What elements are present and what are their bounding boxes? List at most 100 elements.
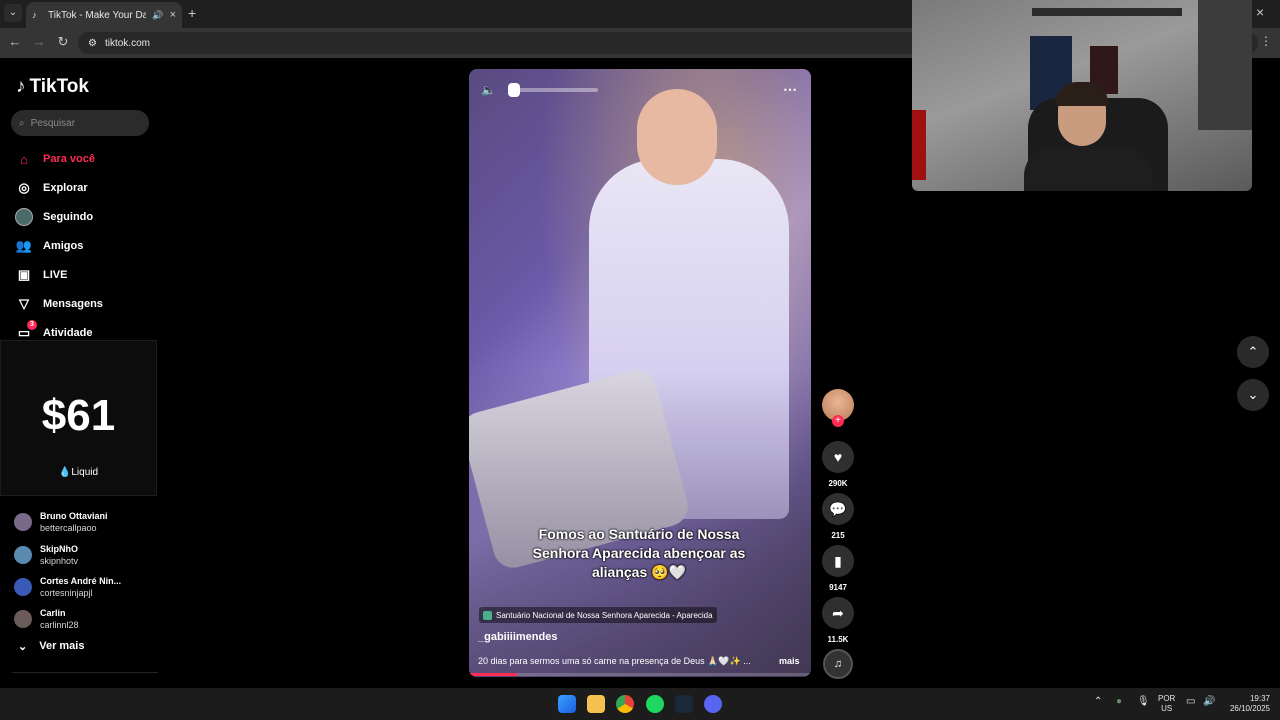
sidebar: ♪ TikTok ⌕ Pesquisar ⌂ Para você ◎ Explo… xyxy=(0,58,160,688)
language-indicator[interactable]: POR US xyxy=(1158,694,1175,714)
discord-icon[interactable] xyxy=(704,695,722,713)
avatar xyxy=(14,610,32,628)
follow-plus-icon[interactable]: + xyxy=(832,415,844,427)
network-icon[interactable]: ▭ xyxy=(1186,697,1195,707)
video-description: 20 dias para sermos uma só carne na pres… xyxy=(478,656,751,666)
windows-start-icon[interactable] xyxy=(558,695,576,713)
volume-icon[interactable]: 🔈 xyxy=(481,83,496,97)
file-explorer-icon[interactable] xyxy=(587,695,605,713)
chevron-down-icon: ⌄ xyxy=(18,641,28,653)
location-icon xyxy=(483,610,492,620)
search-input[interactable]: ⌕ Pesquisar xyxy=(11,110,149,136)
comment-count: 215 xyxy=(831,531,845,540)
chrome-icon[interactable] xyxy=(616,695,634,713)
forward-icon[interactable]: → xyxy=(30,34,48,49)
browser-menu-icon[interactable]: ⋮ xyxy=(1260,34,1272,48)
webcam-shelf xyxy=(1032,8,1182,16)
avatar xyxy=(14,513,32,531)
comment-button[interactable]: 💬 215 xyxy=(822,493,854,540)
tab-search-button[interactable]: ⌄ xyxy=(4,4,22,22)
nav-friends[interactable]: 👥 Amigos xyxy=(15,237,83,255)
previous-video-button[interactable]: ⌃ xyxy=(1237,336,1269,368)
url-text: tiktok.com xyxy=(104,37,150,49)
music-disc-icon[interactable]: ♫ xyxy=(823,649,853,679)
see-more-button[interactable]: ⌄ Ver mais xyxy=(18,640,84,653)
ad-price: $61 xyxy=(41,391,116,440)
steam-icon[interactable] xyxy=(675,695,693,713)
tray-app-icon[interactable]: ● xyxy=(1116,697,1122,707)
save-button[interactable]: ▮ 9147 xyxy=(822,545,854,592)
clock[interactable]: 19:37 26/10/2025 xyxy=(1226,694,1270,714)
location-tag[interactable]: Santuário Nacional de Nossa Senhora Apar… xyxy=(479,607,717,623)
new-tab-button[interactable]: + xyxy=(188,5,196,21)
webcam-person-hair xyxy=(1056,82,1108,106)
nav-for-you[interactable]: ⌂ Para você xyxy=(15,150,95,168)
tab-audio-icon[interactable]: 🔊 xyxy=(152,10,163,21)
heart-icon: ♥ xyxy=(822,441,854,473)
nav-messages[interactable]: ▽ Mensagens xyxy=(15,295,103,313)
following-item[interactable]: Bruno Ottaviani bettercallpaoo xyxy=(14,510,108,534)
search-icon: ⌕ xyxy=(19,117,25,129)
nav-explore[interactable]: ◎ Explorar xyxy=(15,179,88,197)
chevron-up-icon: ⌃ xyxy=(1247,344,1259,359)
avatar xyxy=(14,578,32,596)
nav-live[interactable]: ▣ LIVE xyxy=(15,266,68,284)
nav-label: Atividade xyxy=(43,327,93,339)
nav-label: Explorar xyxy=(43,182,88,194)
nav-following[interactable]: Seguindo xyxy=(15,208,93,226)
search-placeholder: Pesquisar xyxy=(30,117,76,129)
nav-label: Seguindo xyxy=(43,211,94,223)
following-name: Cortes André Nin... xyxy=(40,576,122,586)
following-item[interactable]: Cortes André Nin... cortesninjapjl xyxy=(14,575,121,599)
like-button[interactable]: ♥ 290K xyxy=(822,441,854,488)
browser-tab[interactable]: ♪ TikTok - Make Your Day 🔊 × xyxy=(26,2,182,28)
reload-icon[interactable]: ↻ xyxy=(54,34,72,50)
ad-overlay[interactable]: $61 💧Liquid xyxy=(0,340,157,496)
next-video-button[interactable]: ⌄ xyxy=(1237,379,1269,411)
compass-icon: ◎ xyxy=(18,180,30,195)
share-icon: ➦ xyxy=(822,597,854,629)
live-icon: ▣ xyxy=(17,267,31,282)
window-close-button[interactable]: × xyxy=(1256,4,1264,20)
microphone-icon[interactable]: 🎙 xyxy=(1137,697,1150,707)
following-item[interactable]: Carlin carlinnl28 xyxy=(14,607,79,631)
volume-slider[interactable] xyxy=(507,83,598,97)
more-description-button[interactable]: mais xyxy=(779,656,800,666)
webcam-light xyxy=(912,110,926,180)
webcam-overlay xyxy=(912,0,1252,191)
following-handle: bettercallpaoo xyxy=(40,523,97,533)
site-settings-icon[interactable]: ⚙ xyxy=(88,38,97,49)
spotify-icon[interactable] xyxy=(646,695,664,713)
tiktok-logo[interactable]: ♪ TikTok xyxy=(16,76,89,98)
home-icon: ⌂ xyxy=(20,151,28,167)
nav-label: Para você xyxy=(43,153,95,165)
tab-close-icon[interactable]: × xyxy=(170,9,176,21)
video-caption: Fomos ao Santuário de Nossa Senhora Apar… xyxy=(532,526,746,580)
tiktok-favicon-icon: ♪ xyxy=(32,10,37,20)
see-more-label: Ver mais xyxy=(39,640,85,652)
author-name[interactable]: _gabiiiimendes xyxy=(478,631,557,643)
friends-icon: 👥 xyxy=(15,238,33,253)
tray-overflow-icon[interactable]: ⌃ xyxy=(1094,697,1102,707)
clock-time: 19:37 xyxy=(1249,694,1270,703)
following-item[interactable]: SkipNhO skipnhotv xyxy=(14,543,78,567)
volume-control[interactable]: 🔈 xyxy=(481,83,598,97)
divider xyxy=(12,672,158,673)
back-icon[interactable]: ← xyxy=(6,34,24,49)
following-handle: skipnhotv xyxy=(40,556,79,566)
webcam-curtain xyxy=(1198,0,1252,130)
volume-knob[interactable] xyxy=(507,83,520,97)
share-count: 11.5K xyxy=(827,635,849,644)
following-avatar-icon xyxy=(15,208,33,226)
more-options-icon[interactable]: ⋯ xyxy=(783,81,797,98)
share-button[interactable]: ➦ 11.5K xyxy=(822,597,854,644)
speaker-icon[interactable]: 🔊 xyxy=(1203,697,1215,707)
video-player[interactable]: 🔈 ⋯ Fomos ao Santuário de Nossa Senhora … xyxy=(469,69,811,677)
taskbar: ⌃ ● 🎙 POR US ▭ 🔊 19:37 26/10/2025 xyxy=(0,688,1280,720)
video-progress-bar[interactable] xyxy=(469,673,811,676)
ad-brand: 💧Liquid xyxy=(58,467,99,478)
nav-label: Amigos xyxy=(43,240,84,252)
keyboard-layout: US xyxy=(1161,704,1173,713)
clock-date: 26/10/2025 xyxy=(1229,704,1270,713)
comment-icon: 💬 xyxy=(822,493,854,525)
